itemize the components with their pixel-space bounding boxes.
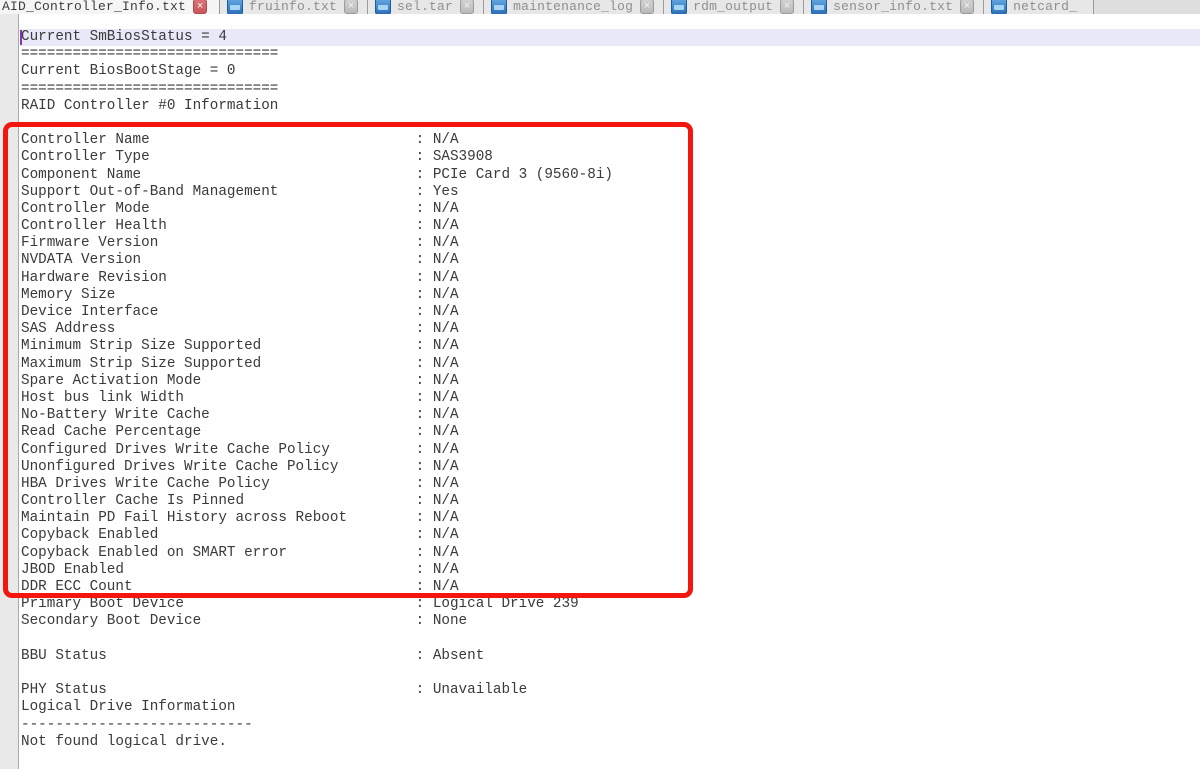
editor-line[interactable]: Logical Drive Information xyxy=(20,699,1200,716)
editor-line[interactable]: Maintain PD Fail History across Reboot :… xyxy=(20,510,1200,527)
editor-line[interactable]: Maximum Strip Size Supported : N/A xyxy=(20,356,1200,373)
close-icon[interactable]: × xyxy=(780,0,794,14)
tab-label: AID_Controller_Info.txt xyxy=(2,0,186,15)
bookmark-margin[interactable] xyxy=(0,14,19,769)
editor-line[interactable]: Device Interface : N/A xyxy=(20,304,1200,321)
editor-line[interactable]: Primary Boot Device : Logical Drive 239 xyxy=(20,596,1200,613)
editor-line[interactable]: Configured Drives Write Cache Policy : N… xyxy=(20,442,1200,459)
tab-label: fruinfo.txt xyxy=(249,0,337,15)
file-icon xyxy=(491,0,507,15)
editor-line[interactable]: PHY Status : Unavailable xyxy=(20,682,1200,699)
text-caret xyxy=(20,30,22,45)
notepad-window: AID_Controller_Info.txt×fruinfo.txt×sel.… xyxy=(0,0,1200,769)
file-icon xyxy=(991,0,1007,15)
tab-aid-controller-info-txt[interactable]: AID_Controller_Info.txt × xyxy=(0,0,220,14)
close-icon[interactable]: × xyxy=(460,0,474,14)
editor-line[interactable]: --------------------------- xyxy=(20,717,1200,734)
editor-line[interactable]: HBA Drives Write Cache Policy : N/A xyxy=(20,476,1200,493)
tab-label: sensor_info.txt xyxy=(833,0,953,15)
file-icon xyxy=(811,0,827,15)
file-icon xyxy=(375,0,391,15)
editor-line[interactable]: Spare Activation Mode : N/A xyxy=(20,373,1200,390)
tab-sel-tar[interactable]: sel.tar × xyxy=(368,0,484,14)
editor-line[interactable]: Secondary Boot Device : None xyxy=(20,613,1200,630)
editor-text-area[interactable]: Current SmBiosStatus = 4================… xyxy=(20,29,1200,769)
tab-label: rdm_output xyxy=(693,0,773,15)
editor-line[interactable]: Copyback Enabled on SMART error : N/A xyxy=(20,545,1200,562)
editor-line[interactable]: Not found logical drive. xyxy=(20,734,1200,751)
editor-line[interactable]: SAS Address : N/A xyxy=(20,321,1200,338)
file-icon xyxy=(227,0,243,15)
editor-line[interactable]: ============================== xyxy=(20,46,1200,63)
editor-line[interactable] xyxy=(20,631,1200,648)
editor-line[interactable]: Controller Cache Is Pinned : N/A xyxy=(20,493,1200,510)
editor-line[interactable] xyxy=(20,115,1200,132)
tab-rdm-output[interactable]: rdm_output × xyxy=(664,0,804,14)
editor-line[interactable]: Hardware Revision : N/A xyxy=(20,270,1200,287)
editor-line[interactable]: No-Battery Write Cache : N/A xyxy=(20,407,1200,424)
editor-line[interactable] xyxy=(20,665,1200,682)
editor-line[interactable]: NVDATA Version : N/A xyxy=(20,252,1200,269)
editor-line[interactable]: Unonfigured Drives Write Cache Policy : … xyxy=(20,459,1200,476)
tab-label: sel.tar xyxy=(397,0,453,15)
tab-fruinfo-txt[interactable]: fruinfo.txt × xyxy=(220,0,368,14)
editor-line[interactable]: Current BiosBootStage = 0 xyxy=(20,63,1200,80)
editor-line[interactable]: BBU Status : Absent xyxy=(20,648,1200,665)
tab-label: maintenance_log xyxy=(513,0,633,15)
tab-label: netcard_ xyxy=(1013,0,1077,15)
close-icon[interactable]: × xyxy=(960,0,974,14)
editor-line[interactable]: Controller Mode : N/A xyxy=(20,201,1200,218)
editor-line[interactable]: Memory Size : N/A xyxy=(20,287,1200,304)
editor-line[interactable]: Current SmBiosStatus = 4 xyxy=(20,29,1200,46)
editor-line[interactable]: Minimum Strip Size Supported : N/A xyxy=(20,338,1200,355)
editor-line[interactable]: DDR ECC Count : N/A xyxy=(20,579,1200,596)
editor-line[interactable]: Controller Health : N/A xyxy=(20,218,1200,235)
editor-line[interactable]: Host bus link Width : N/A xyxy=(20,390,1200,407)
editor-line[interactable]: Controller Name : N/A xyxy=(20,132,1200,149)
tab-bar: AID_Controller_Info.txt×fruinfo.txt×sel.… xyxy=(0,0,1200,15)
close-icon[interactable]: × xyxy=(344,0,358,14)
editor-line[interactable]: JBOD Enabled : N/A xyxy=(20,562,1200,579)
text-editor[interactable]: Current SmBiosStatus = 4================… xyxy=(0,14,1200,769)
tab-maintenance-log[interactable]: maintenance_log × xyxy=(484,0,664,14)
editor-line[interactable]: Component Name : PCIe Card 3 (9560-8i) xyxy=(20,167,1200,184)
editor-line[interactable]: Firmware Version : N/A xyxy=(20,235,1200,252)
editor-line[interactable]: Copyback Enabled : N/A xyxy=(20,527,1200,544)
editor-line[interactable]: RAID Controller #0 Information xyxy=(20,98,1200,115)
close-icon[interactable]: × xyxy=(193,0,207,14)
editor-line[interactable]: Support Out-of-Band Management : Yes xyxy=(20,184,1200,201)
tab-netcard[interactable]: netcard_ xyxy=(984,0,1094,14)
file-icon xyxy=(671,0,687,15)
editor-line[interactable]: Read Cache Percentage : N/A xyxy=(20,424,1200,441)
editor-line[interactable]: ============================== xyxy=(20,81,1200,98)
editor-line[interactable]: Controller Type : SAS3908 xyxy=(20,149,1200,166)
tab-sensor-info-txt[interactable]: sensor_info.txt × xyxy=(804,0,984,14)
close-icon[interactable]: × xyxy=(640,0,654,14)
